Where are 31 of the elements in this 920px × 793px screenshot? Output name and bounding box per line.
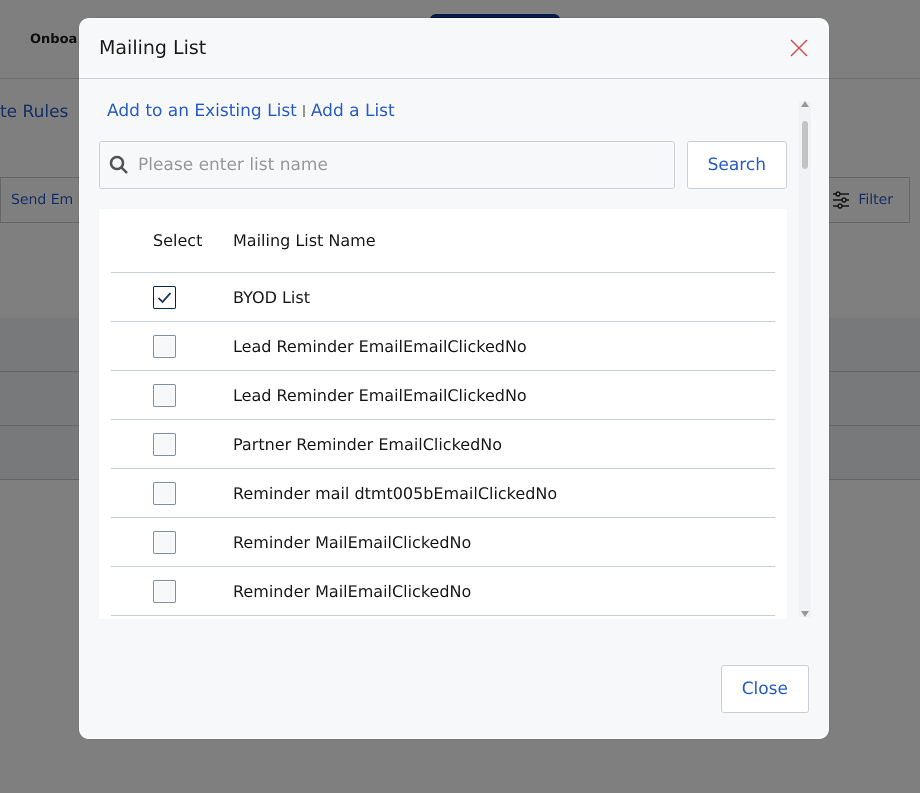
list-name-cell-text: Reminder MailEmailClickedNo <box>233 582 472 600</box>
close-button[interactable]: Close <box>720 665 809 713</box>
row-checkbox[interactable] <box>153 432 176 456</box>
list-option-link[interactable]: Add to an Existing List <box>107 101 297 121</box>
row-checkbox[interactable] <box>153 334 176 358</box>
list-name-cell-text: Reminder mail dtmt005bEmailClickedNo <box>233 484 558 502</box>
dialog-title: Mailing List <box>99 37 206 59</box>
filter-icon <box>832 191 850 209</box>
row-checkbox[interactable] <box>153 580 176 602</box>
header-tab[interactable]: Onboa <box>30 32 78 46</box>
list-name-cell-text: BYOD List <box>233 288 311 306</box>
row-checkbox[interactable] <box>153 286 176 308</box>
scroll-down-icon[interactable] <box>801 611 809 617</box>
row-checkbox[interactable] <box>153 482 176 504</box>
list-name-cell-text: Partner Reminder EmailClickedNo <box>233 434 504 454</box>
row-checkbox[interactable] <box>153 384 176 406</box>
search-button[interactable]: Search <box>686 141 787 189</box>
column-header: Select <box>152 231 204 250</box>
search-icon <box>109 155 129 175</box>
list-name-cell-text: Reminder MailEmailClickedNo <box>233 532 472 552</box>
row-checkbox[interactable] <box>153 530 176 554</box>
scrollbar[interactable] <box>799 101 811 617</box>
rules-link[interactable]: te Rules <box>0 102 68 122</box>
list-name-cell-text: Lead Reminder EmailEmailClickedNo <box>233 386 528 404</box>
column-header: Mailing List Name <box>233 231 377 250</box>
scroll-up-icon[interactable] <box>801 101 809 107</box>
close-icon[interactable] <box>789 38 809 58</box>
list-option-link[interactable]: Add a List <box>310 101 395 121</box>
search-field[interactable]: Please enter list name <box>99 141 675 189</box>
check-icon <box>157 290 172 304</box>
list-name-cell-text: Lead Reminder EmailEmailClickedNo <box>233 336 528 356</box>
